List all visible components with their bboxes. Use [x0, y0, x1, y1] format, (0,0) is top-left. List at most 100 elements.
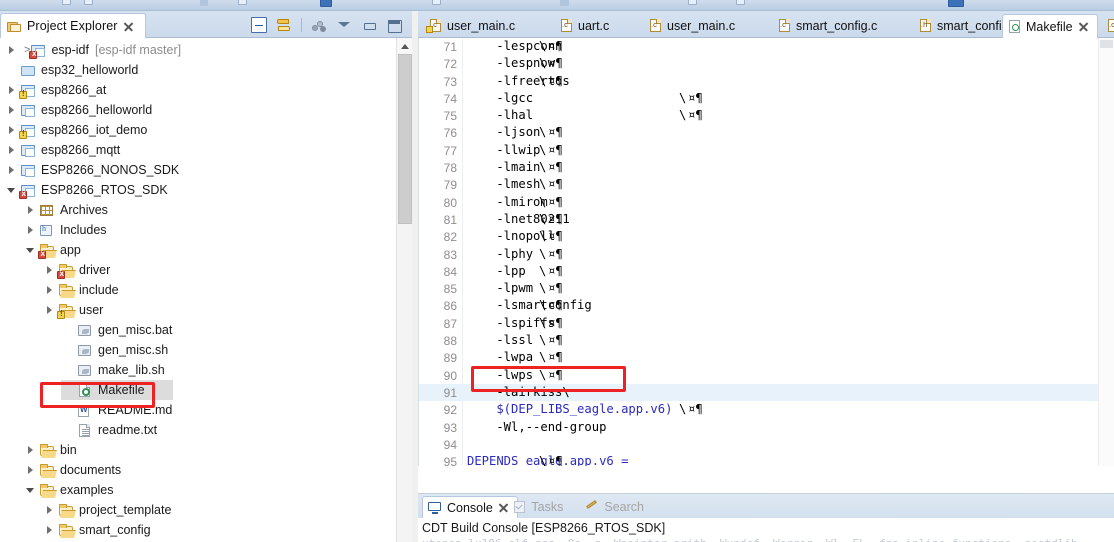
- tree-item-include[interactable]: include: [0, 280, 392, 300]
- chevron-right-icon[interactable]: [42, 282, 58, 298]
- code-editor[interactable]: 71 -lespconn \ ¤¶ 72 -lespnow \ ¤¶ 73 -lfreert…: [418, 38, 1114, 466]
- code-line-79[interactable]: 79 -lmesh \ ¤¶: [419, 176, 1114, 193]
- collapse-all-icon[interactable]: [251, 17, 267, 33]
- chevron-right-icon[interactable]: [4, 142, 20, 158]
- code-line-78[interactable]: 78 -lmain \ ¤¶: [419, 159, 1114, 176]
- editor-tab-Makefile[interactable]: Makefile: [1002, 14, 1098, 38]
- code-line-74[interactable]: 74 -lgcc \ ¤¶: [419, 90, 1114, 107]
- code-line-71[interactable]: 71 -lespconn \ ¤¶: [419, 38, 1114, 55]
- tree-item-esp8266-iot-demo[interactable]: esp8266_iot_demo: [0, 120, 392, 140]
- tree-item-project-template[interactable]: project_template: [0, 500, 392, 520]
- chevron-right-icon[interactable]: [42, 522, 58, 538]
- code-line-90[interactable]: 90 -lwps \ ¤¶: [419, 367, 1114, 384]
- tree-item-bin[interactable]: bin: [0, 440, 392, 460]
- editor-tab-smart_config-c[interactable]: .c smart_config.c: [773, 14, 885, 38]
- close-icon[interactable]: [123, 21, 134, 32]
- code-line-86[interactable]: 86 -lsmartconfig \ ¤¶: [419, 297, 1114, 314]
- code-line-76[interactable]: 76 -ljson \ ¤¶: [419, 124, 1114, 141]
- tab-project-explorer[interactable]: Project Explorer: [0, 13, 146, 38]
- scroll-up-arrow-icon[interactable]: [397, 38, 413, 53]
- scrollbar-thumb[interactable]: [398, 54, 412, 224]
- editor-tab-user_main-c[interactable]: .c user_main.c: [644, 14, 743, 38]
- tree-item-documents[interactable]: documents: [0, 460, 392, 480]
- minimize-icon[interactable]: [361, 17, 377, 33]
- code-line-95[interactable]: 95 DEPENDS_eagle.app.v6 = \ ¤¶: [419, 453, 1114, 466]
- chevron-right-icon[interactable]: [23, 222, 39, 238]
- build-icon[interactable]: [238, 0, 247, 5]
- run-icon[interactable]: [432, 0, 441, 5]
- view-menu-dots-icon[interactable]: [311, 17, 327, 33]
- perspective-icon[interactable]: [688, 0, 697, 5]
- chevron-down-icon[interactable]: [23, 242, 39, 258]
- tree-item-gen-misc-sh[interactable]: gen_misc.sh: [0, 340, 392, 360]
- editor-tab-uart-c[interactable]: .c uart.c: [555, 14, 617, 38]
- tree-item-makefile[interactable]: Makefile: [61, 380, 173, 400]
- chevron-right-icon[interactable]: [23, 442, 39, 458]
- chevron-right-icon[interactable]: [23, 462, 39, 478]
- chevron-right-icon[interactable]: [4, 162, 20, 178]
- code-line-75[interactable]: 75 -lhal \ ¤¶: [419, 107, 1114, 124]
- java-perspective-icon[interactable]: [948, 0, 964, 7]
- maximize-icon[interactable]: [386, 17, 402, 33]
- code-line-89[interactable]: 89 -lwpa \ ¤¶: [419, 349, 1114, 366]
- code-line-84[interactable]: 84 -lpp \ ¤¶: [419, 263, 1114, 280]
- tree-item-archives[interactable]: Archives: [0, 200, 392, 220]
- project-tree-scrollbar[interactable]: [396, 38, 413, 542]
- editor-vertical-scrollbar[interactable]: [1098, 38, 1114, 466]
- search-icon[interactable]: [560, 0, 569, 6]
- tree-item-esp8266-helloworld[interactable]: esp8266_helloworld: [0, 100, 392, 120]
- tree-item-readme-md[interactable]: README.md: [0, 400, 392, 420]
- chevron-right-icon[interactable]: [42, 502, 58, 518]
- tree-item-esp8266-mqtt[interactable]: esp8266_mqtt: [0, 140, 392, 160]
- chevron-right-icon[interactable]: [23, 202, 39, 218]
- chevron-down-icon[interactable]: [23, 482, 39, 498]
- tree-item-examples[interactable]: examples: [0, 480, 392, 500]
- print-icon[interactable]: [200, 0, 208, 6]
- code-line-94[interactable]: 94: [419, 436, 1114, 453]
- tree-item-esp32-helloworld[interactable]: esp32_helloworld: [0, 60, 392, 80]
- chevron-right-icon[interactable]: [4, 42, 20, 58]
- chevron-down-icon[interactable]: [336, 17, 352, 33]
- console-tab-tasks[interactable]: Tasks: [508, 496, 571, 518]
- tree-item-make-lib-sh[interactable]: make_lib.sh: [0, 360, 392, 380]
- code-line-81[interactable]: 81 -lnet80211 \ ¤¶: [419, 211, 1114, 228]
- code-line-93[interactable]: 93 -Wl,--end-group: [419, 419, 1114, 436]
- code-line-83[interactable]: 83 -lphy \ ¤¶: [419, 246, 1114, 263]
- close-icon[interactable]: [498, 502, 509, 513]
- chevron-right-icon[interactable]: [4, 122, 20, 138]
- chevron-right-icon[interactable]: [42, 302, 58, 318]
- tree-item-esp8266-nonos-sdk[interactable]: ESP8266_NONOS_SDK: [0, 160, 392, 180]
- tree-item-esp8266-at[interactable]: esp8266_at: [0, 80, 392, 100]
- code-line-82[interactable]: 82 -lnopoll \ ¤¶: [419, 228, 1114, 245]
- save-icon[interactable]: [62, 0, 71, 5]
- console-output[interactable]: CDT Build Console [ESP8266_RTOS_SDK] xte…: [418, 518, 1114, 542]
- code-line-80[interactable]: 80 -lmirom \ ¤¶: [419, 194, 1114, 211]
- project-tree[interactable]: >esp-idf[esp-idf master]esp32_helloworld…: [0, 38, 412, 542]
- code-line-87[interactable]: 87 -lspiffs \ ¤¶: [419, 315, 1114, 332]
- tree-item-app[interactable]: app: [0, 240, 392, 260]
- tree-item-driver[interactable]: driver: [0, 260, 392, 280]
- scrollbar-thumb[interactable]: [1100, 40, 1113, 48]
- debug-icon[interactable]: [320, 0, 332, 7]
- open-perspective-icon[interactable]: [736, 0, 745, 5]
- tree-item-readme-txt[interactable]: readme.txt: [0, 420, 392, 440]
- chevron-right-icon[interactable]: [4, 102, 20, 118]
- console-tab-console[interactable]: Console: [422, 496, 518, 518]
- chevron-down-icon[interactable]: [4, 182, 20, 198]
- chevron-right-icon[interactable]: [42, 262, 58, 278]
- code-line-92[interactable]: 92 $(DEP_LIBS_eagle.app.v6) \ ¤¶: [419, 401, 1114, 418]
- tree-item-user[interactable]: user: [0, 300, 392, 320]
- save-all-icon[interactable]: [84, 0, 93, 5]
- tree-item-gen-misc-bat[interactable]: gen_misc.bat: [0, 320, 392, 340]
- code-line-85[interactable]: 85 -lpwm \ ¤¶: [419, 280, 1114, 297]
- code-line-88[interactable]: 88 -lssl \ ¤¶: [419, 332, 1114, 349]
- tree-item-esp8266-rtos-sdk[interactable]: ESP8266_RTOS_SDK: [0, 180, 392, 200]
- chevron-right-icon[interactable]: [4, 82, 20, 98]
- code-line-73[interactable]: 73 -lfreertos \ ¤¶: [419, 73, 1114, 90]
- code-line-72[interactable]: 72 -lespnow \ ¤¶: [419, 55, 1114, 72]
- close-icon[interactable]: [1078, 21, 1089, 32]
- code-line-77[interactable]: 77 -llwip \ ¤¶: [419, 142, 1114, 159]
- link-with-editor-icon[interactable]: [276, 17, 292, 33]
- editor-tab-user_main-c[interactable]: .c user_main.c: [424, 14, 523, 38]
- tree-item-includes[interactable]: Includes: [0, 220, 392, 240]
